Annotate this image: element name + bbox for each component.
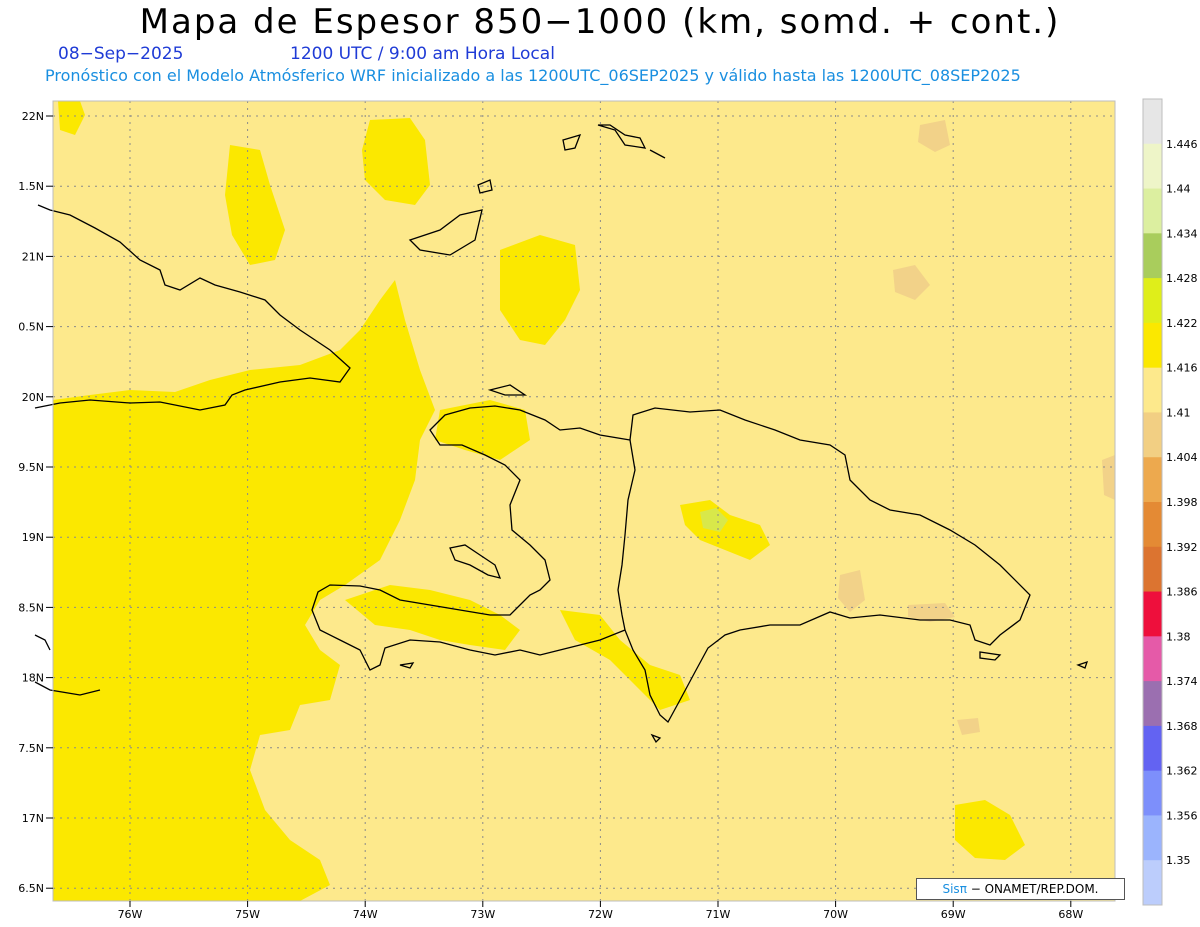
lon-label: 68W (1058, 908, 1083, 921)
colorbar-segment (1143, 143, 1162, 190)
lat-label: 9.5N (18, 461, 44, 474)
colorbar-label: 1.446 (1166, 138, 1198, 151)
colorbar-label: 1.434 (1166, 227, 1198, 240)
lon-label: 71W (706, 908, 731, 921)
tan-patch-6 (1102, 455, 1115, 500)
colorbar-label: 1.416 (1166, 362, 1198, 375)
colorbar-segment (1143, 99, 1162, 145)
colorbar-segment (1143, 322, 1162, 369)
colorbar-segment (1143, 770, 1162, 816)
colorbar-label: 1.38 (1166, 630, 1191, 643)
lon-label: 73W (470, 908, 495, 921)
colorbar-segment (1143, 725, 1162, 772)
lon-label: 74W (353, 908, 378, 921)
colorbar-label: 1.428 (1166, 272, 1198, 285)
colorbar-label: 1.41 (1166, 406, 1191, 419)
latitude-labels: 22N 1.5N 21N 0.5N 20N 9.5N 19N 8.5N 18N 7.5N 17N 6.… (18, 110, 53, 895)
lat-label: 20N (22, 391, 44, 404)
lon-label: 72W (588, 908, 613, 921)
colorbar-label: 1.398 (1166, 496, 1198, 509)
colorbar-segment (1143, 457, 1162, 503)
thickness-map: 22N 1.5N 21N 0.5N 20N 9.5N 19N 8.5N 18N 7.5N 17N 6.… (18, 98, 1198, 921)
colorbar-segment (1143, 188, 1162, 234)
colorbar-label: 1.392 (1166, 541, 1198, 554)
lat-label: 18N (22, 672, 44, 685)
colorbar-segment (1143, 412, 1162, 458)
colorbar-label: 1.362 (1166, 765, 1198, 778)
lat-label: 22N (22, 110, 44, 123)
colorbar-segment (1143, 367, 1162, 413)
credit-brand: Sisπ (942, 882, 967, 896)
lat-label: 8.5N (18, 601, 44, 614)
colorbar-segment (1143, 502, 1162, 548)
lat-label: 0.5N (18, 321, 44, 334)
colorbar-label: 1.386 (1166, 586, 1198, 599)
coastline-jamaica-edge (34, 634, 51, 651)
colorbar-segment (1143, 546, 1162, 593)
colorbar-label: 1.374 (1166, 675, 1198, 688)
lat-label: 1.5N (18, 180, 44, 193)
lon-label: 69W (941, 908, 966, 921)
colorbar-segment (1143, 233, 1162, 279)
colorbar-segment (1143, 860, 1162, 906)
colorbar-segment (1143, 636, 1162, 682)
lon-label: 76W (118, 908, 143, 921)
lat-label: 21N (22, 250, 44, 263)
lat-label: 6.5N (18, 882, 44, 895)
lon-label: 70W (823, 908, 848, 921)
colorbar-segment (1143, 591, 1162, 637)
lat-label: 7.5N (18, 742, 44, 755)
colorbar-segment (1143, 681, 1162, 727)
colorbar-segment (1143, 278, 1162, 324)
colorbar-label: 1.368 (1166, 720, 1198, 733)
lat-label: 17N (22, 812, 44, 825)
credit-box: Sisπ − ONAMET/REP.DOM. (916, 878, 1125, 900)
colorbar-label: 1.44 (1166, 183, 1191, 196)
colorbar: 1.446 1.44 1.434 1.428 1.422 1.416 1.41 1.404 1.… (1142, 98, 1198, 906)
colorbar-label: 1.35 (1166, 854, 1191, 867)
longitude-labels: 76W 75W 74W 73W 72W 71W 70W 69W 68W (118, 901, 1083, 921)
colorbar-label: 1.356 (1166, 809, 1198, 822)
credit-text: − ONAMET/REP.DOM. (966, 882, 1099, 896)
colorbar-label: 1.422 (1166, 317, 1198, 330)
colorbar-label: 1.404 (1166, 451, 1198, 464)
lon-label: 75W (235, 908, 260, 921)
colorbar-segment (1143, 815, 1162, 861)
lat-label: 19N (22, 531, 44, 544)
